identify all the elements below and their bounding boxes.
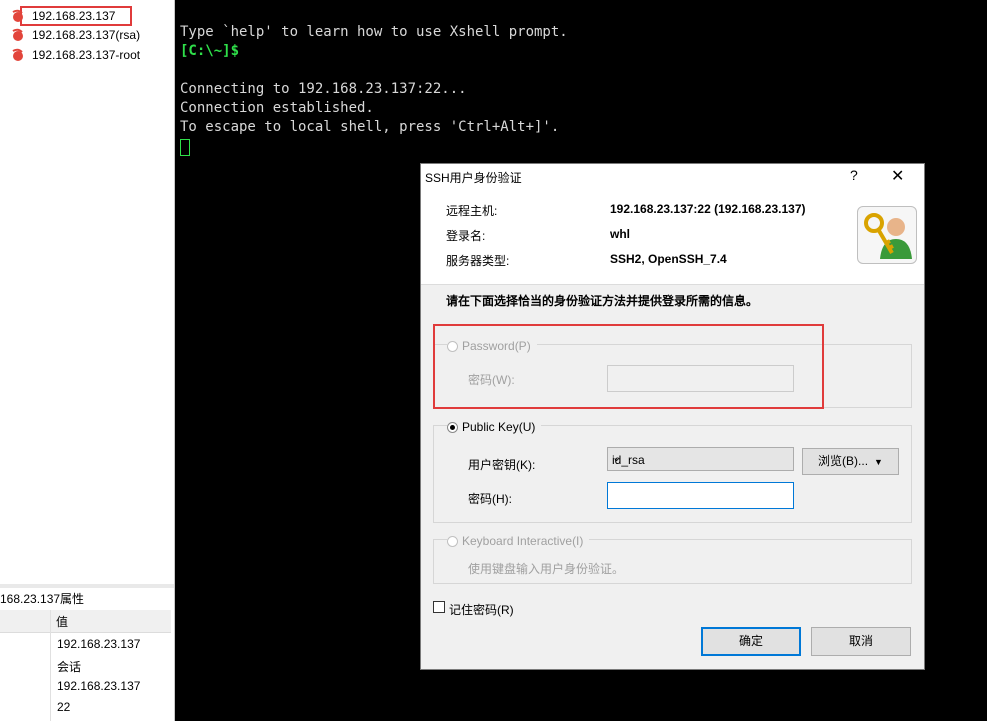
help-icon[interactable]: ? xyxy=(850,167,858,183)
instruction-text: 请在下面选择恰当的身份验证方法并提供登录所需的信息。 xyxy=(446,294,759,308)
ssh-auth-dialog: SSH用户身份验证 ? ✕ 远程主机: 192.168.23.137:22 (1… xyxy=(420,163,925,670)
session-item-label: 192.168.23.137(rsa) xyxy=(32,28,141,42)
property-value: 192.168.23.137 xyxy=(57,679,141,693)
session-item-3[interactable]: 192.168.23.137-root xyxy=(10,45,140,65)
session-icon xyxy=(10,28,25,42)
remember-password-checkbox[interactable] xyxy=(433,601,445,613)
terminal-prompt: [C:\~]$ xyxy=(180,43,240,59)
radio-icon xyxy=(447,340,458,352)
session-icon xyxy=(10,9,25,23)
pane-splitter[interactable] xyxy=(0,584,174,588)
connection-info: 远程主机: 192.168.23.137:22 (192.168.23.137)… xyxy=(421,188,924,285)
terminal-line: Connection established. xyxy=(180,100,374,116)
dialog-titlebar[interactable]: SSH用户身份验证 ? ✕ xyxy=(421,164,924,188)
property-row[interactable]: 192.168.23.137 xyxy=(0,676,171,697)
passphrase-label: 密码(H): xyxy=(468,492,512,506)
public-key-radio[interactable]: Public Key(U) xyxy=(447,420,542,434)
terminal-line: Connecting to 192.168.23.137:22... xyxy=(180,81,467,97)
login-label: 登录名: xyxy=(446,229,486,243)
properties-title: 168.23.137属性 xyxy=(0,592,85,606)
close-icon[interactable]: ✕ xyxy=(891,166,904,186)
passphrase-input[interactable] xyxy=(607,482,794,509)
property-value: 192.168.23.137 xyxy=(57,637,141,651)
keyboard-option-label: Keyboard Interactive(I) xyxy=(462,534,584,548)
radio-selected-icon xyxy=(447,421,458,433)
login-value: whl xyxy=(610,227,630,241)
session-item-label: 192.168.23.137 xyxy=(32,9,116,23)
remote-host-label: 远程主机: xyxy=(446,204,498,218)
properties-header: 值 xyxy=(0,610,171,633)
property-row[interactable]: 22 xyxy=(0,697,171,718)
browse-label: 浏览(B)... xyxy=(818,454,869,468)
terminal-cursor xyxy=(180,139,190,156)
dropdown-arrow-icon: ▼ xyxy=(874,457,883,467)
cancel-button[interactable]: 取消 xyxy=(811,627,911,656)
session-manager-pane: 192.168.23.137 192.168.23.137(rsa) 192.1… xyxy=(0,0,175,721)
session-item-1[interactable]: 192.168.23.137 xyxy=(10,6,115,26)
property-value: 会话 xyxy=(57,660,82,674)
remember-password-label: 记住密码(R) xyxy=(449,603,514,617)
session-icon xyxy=(10,48,25,62)
property-row[interactable]: 会话 xyxy=(0,655,171,676)
browse-button[interactable]: 浏览(B)... ▼ xyxy=(802,448,899,475)
server-type-label: 服务器类型: xyxy=(446,254,510,268)
dialog-title: SSH用户身份验证 xyxy=(425,171,522,185)
session-item-2[interactable]: 192.168.23.137(rsa) xyxy=(10,25,140,45)
terminal-line: To escape to local shell, press 'Ctrl+Al… xyxy=(180,119,560,135)
property-value: 22 xyxy=(57,700,71,714)
password-field-label: 密码(W): xyxy=(468,373,515,387)
keyboard-description: 使用键盘输入用户身份验证。 xyxy=(468,562,625,576)
terminal-line: Type `help' to learn how to use Xshell p… xyxy=(180,24,568,40)
user-key-label: 用户密钥(K): xyxy=(468,458,536,472)
password-input[interactable] xyxy=(607,365,794,392)
public-key-option-label: Public Key(U) xyxy=(462,420,536,434)
key-user-icon xyxy=(857,206,917,264)
chevron-down-icon: ⌄ xyxy=(612,452,622,464)
value-column-header: 值 xyxy=(56,615,69,629)
password-radio[interactable]: Password(P) xyxy=(447,339,537,353)
user-key-select[interactable]: id_rsa ⌄ xyxy=(607,447,794,471)
ok-button[interactable]: 确定 xyxy=(701,627,801,656)
remote-host-value: 192.168.23.137:22 (192.168.23.137) xyxy=(610,202,806,216)
radio-icon xyxy=(447,535,458,547)
password-option-label: Password(P) xyxy=(462,339,531,353)
session-item-label: 192.168.23.137-root xyxy=(32,48,141,62)
property-row[interactable]: 192.168.23.137 xyxy=(0,634,171,655)
keyboard-interactive-radio[interactable]: Keyboard Interactive(I) xyxy=(447,534,590,548)
server-type-value: SSH2, OpenSSH_7.4 xyxy=(610,252,727,266)
